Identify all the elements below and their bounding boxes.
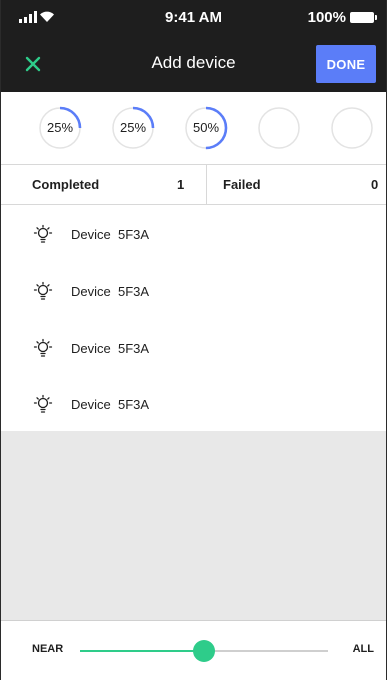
device-list: Device 5F3A Device 5F3A Device 5F3A Devi… [1, 205, 386, 431]
progress-ring-label: 50% [192, 120, 220, 135]
device-name: Device 5F3A [71, 397, 150, 412]
light-bulb-icon [33, 281, 53, 300]
slider-max-label: ALL [352, 643, 374, 655]
failed-label: Failed [223, 177, 261, 192]
device-name: Device 5F3A [71, 341, 150, 356]
empty-area [1, 431, 386, 620]
battery-percent: 100% [307, 9, 346, 26]
light-bulb-icon [33, 338, 53, 357]
light-bulb-icon [33, 394, 53, 413]
device-item[interactable]: Device 5F3A [1, 321, 386, 377]
progress-rings: 25% 25% 50% [1, 92, 386, 164]
progress-ring-label [257, 106, 301, 150]
progress-ring [257, 106, 301, 150]
summary-bar: Completed 1 Failed 0 [1, 164, 386, 205]
summary-divider [206, 165, 207, 204]
progress-ring-label: 25% [119, 120, 147, 135]
device-name: Device 5F3A [71, 227, 150, 242]
device-item[interactable]: Device 5F3A [1, 377, 386, 433]
status-bar: 9:41 AM 100% [1, 0, 386, 36]
light-bulb-icon [33, 224, 53, 243]
progress-ring: 25% [111, 106, 155, 150]
done-button[interactable]: DONE [316, 45, 376, 83]
screen: 9:41 AM 100% Add device DONE 25% 25% 50%… [0, 0, 387, 680]
progress-ring [330, 106, 374, 150]
slider-min-label: NEAR [32, 643, 64, 655]
completed-count: 1 [177, 177, 185, 192]
failed-count: 0 [371, 177, 379, 192]
completed-label: Completed [32, 177, 100, 192]
device-item[interactable]: Device 5F3A [1, 207, 386, 263]
device-name: Device 5F3A [71, 284, 150, 299]
slider-track[interactable] [80, 640, 328, 662]
battery-icon [350, 12, 377, 23]
header-bar: Add device DONE [1, 36, 386, 92]
slider-thumb[interactable] [193, 640, 215, 662]
range-slider-bar: NEAR ALL [1, 620, 386, 680]
progress-ring-label: 25% [46, 120, 74, 135]
progress-ring: 25% [38, 106, 82, 150]
progress-ring: 50% [184, 106, 228, 150]
progress-ring-label [330, 106, 374, 150]
slider-fill [80, 650, 204, 652]
device-item[interactable]: Device 5F3A [1, 264, 386, 320]
